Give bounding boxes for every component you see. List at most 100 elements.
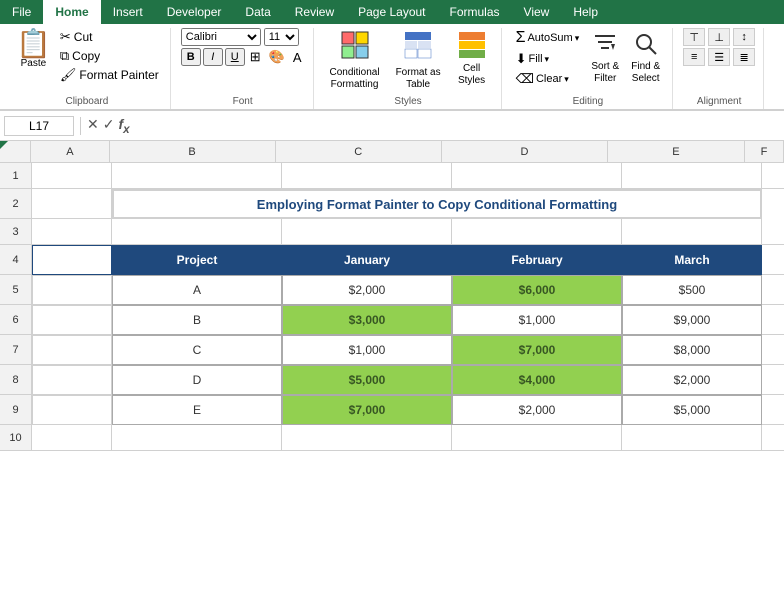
cell-c1[interactable]: [282, 163, 452, 189]
conditional-formatting-button[interactable]: ConditionalFormatting: [324, 28, 386, 93]
cell-c4-january[interactable]: January: [282, 245, 452, 275]
align-left-button[interactable]: ≡: [683, 48, 705, 66]
paste-button[interactable]: 📋 Paste: [12, 28, 55, 84]
cell-f7[interactable]: [762, 335, 784, 365]
row-num-3[interactable]: 3: [0, 219, 32, 245]
cell-a9[interactable]: [32, 395, 112, 425]
fill-color-button[interactable]: 🎨: [266, 49, 288, 65]
cut-button[interactable]: ✂ Cut: [57, 28, 162, 46]
autosum-dropdown-icon[interactable]: ▾: [575, 33, 580, 44]
row-num-5[interactable]: 5: [0, 275, 32, 305]
cell-f9[interactable]: [762, 395, 784, 425]
tab-home[interactable]: Home: [43, 0, 100, 24]
cell-a8[interactable]: [32, 365, 112, 395]
cell-a4[interactable]: [32, 245, 112, 275]
cell-f5[interactable]: [762, 275, 784, 305]
cell-d9[interactable]: $2,000: [452, 395, 622, 425]
autosum-button[interactable]: Σ AutoSum ▾: [512, 28, 584, 48]
tab-insert[interactable]: Insert: [101, 0, 155, 24]
cell-d6[interactable]: $1,000: [452, 305, 622, 335]
cell-b5[interactable]: A: [112, 275, 282, 305]
formula-insert-function-icon[interactable]: fx: [118, 116, 129, 136]
tab-view[interactable]: View: [512, 0, 562, 24]
format-as-table-button[interactable]: Format asTable: [390, 28, 447, 93]
col-header-e[interactable]: E: [608, 141, 745, 163]
col-header-f[interactable]: F: [745, 141, 784, 163]
fill-button[interactable]: ⬇ Fill ▾: [512, 50, 584, 68]
cell-b6[interactable]: B: [112, 305, 282, 335]
cell-b10[interactable]: [112, 425, 282, 451]
italic-button[interactable]: I: [203, 48, 223, 66]
col-header-a[interactable]: A: [31, 141, 109, 163]
cell-b9[interactable]: E: [112, 395, 282, 425]
font-family-select[interactable]: Calibri: [181, 28, 261, 46]
cell-e5[interactable]: $500: [622, 275, 762, 305]
tab-review[interactable]: Review: [283, 0, 346, 24]
font-color-button[interactable]: A: [290, 50, 305, 65]
cell-d4-february[interactable]: February: [452, 245, 622, 275]
row-num-2[interactable]: 2: [0, 189, 32, 219]
col-header-d[interactable]: D: [442, 141, 608, 163]
cell-c7[interactable]: $1,000: [282, 335, 452, 365]
bold-button[interactable]: B: [181, 48, 201, 66]
tab-developer[interactable]: Developer: [155, 0, 234, 24]
cell-d3[interactable]: [452, 219, 622, 245]
cell-a7[interactable]: [32, 335, 112, 365]
row-num-10[interactable]: 10: [0, 425, 32, 451]
cell-e4-march[interactable]: March: [622, 245, 762, 275]
formula-cancel-icon[interactable]: ✕: [87, 116, 99, 136]
cell-a5[interactable]: [32, 275, 112, 305]
col-header-c[interactable]: C: [276, 141, 442, 163]
cell-b1[interactable]: [112, 163, 282, 189]
align-top-button[interactable]: ⊤: [683, 28, 705, 46]
cell-e8[interactable]: $2,000: [622, 365, 762, 395]
cell-a1[interactable]: [32, 163, 112, 189]
row-num-7[interactable]: 7: [0, 335, 32, 365]
col-header-b[interactable]: B: [110, 141, 276, 163]
formula-confirm-icon[interactable]: ✓: [103, 116, 115, 136]
tab-file[interactable]: File: [0, 0, 43, 24]
cell-b3[interactable]: [112, 219, 282, 245]
tab-help[interactable]: Help: [561, 0, 610, 24]
border-button[interactable]: ⊞: [247, 49, 264, 65]
clear-button[interactable]: ⌫ Clear ▾: [512, 70, 584, 88]
cell-c6-green[interactable]: $3,000: [282, 305, 452, 335]
cell-c5[interactable]: $2,000: [282, 275, 452, 305]
cell-f1[interactable]: [762, 163, 784, 189]
cell-c8-green[interactable]: $5,000: [282, 365, 452, 395]
cell-e6[interactable]: $9,000: [622, 305, 762, 335]
cell-b2-title[interactable]: Employing Format Painter to Copy Conditi…: [112, 189, 762, 219]
cell-e7[interactable]: $8,000: [622, 335, 762, 365]
row-num-1[interactable]: 1: [0, 163, 32, 189]
cell-b7[interactable]: C: [112, 335, 282, 365]
cell-e3[interactable]: [622, 219, 762, 245]
cell-f10[interactable]: [762, 425, 784, 451]
row-num-6[interactable]: 6: [0, 305, 32, 335]
row-num-8[interactable]: 8: [0, 365, 32, 395]
tab-formulas[interactable]: Formulas: [438, 0, 512, 24]
cell-e9[interactable]: $5,000: [622, 395, 762, 425]
cell-a6[interactable]: [32, 305, 112, 335]
cell-c10[interactable]: [282, 425, 452, 451]
cell-a2[interactable]: [32, 189, 112, 219]
cell-c3[interactable]: [282, 219, 452, 245]
cell-f3[interactable]: [762, 219, 784, 245]
font-size-select[interactable]: 11: [264, 28, 299, 46]
sort-filter-button[interactable]: Sort &Filter: [587, 28, 623, 87]
formula-input[interactable]: [134, 117, 780, 135]
cell-d1[interactable]: [452, 163, 622, 189]
tab-page-layout[interactable]: Page Layout: [346, 0, 437, 24]
cell-b8[interactable]: D: [112, 365, 282, 395]
underline-button[interactable]: U: [225, 48, 245, 66]
fill-dropdown-icon[interactable]: ▾: [545, 54, 550, 65]
cell-f4[interactable]: [762, 245, 784, 275]
cell-e1[interactable]: [622, 163, 762, 189]
cell-c9-green[interactable]: $7,000: [282, 395, 452, 425]
clear-dropdown-icon[interactable]: ▾: [564, 74, 569, 85]
find-select-button[interactable]: Find &Select: [627, 28, 664, 87]
row-num-4[interactable]: 4: [0, 245, 32, 275]
cell-e10[interactable]: [622, 425, 762, 451]
copy-button[interactable]: ⧉ Copy: [57, 47, 162, 65]
cell-a10[interactable]: [32, 425, 112, 451]
cell-a3[interactable]: [32, 219, 112, 245]
